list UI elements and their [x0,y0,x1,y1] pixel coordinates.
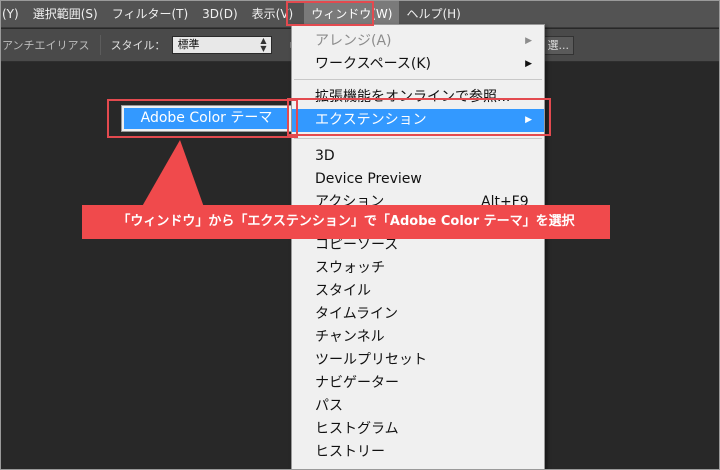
instruction-callout: 「ウィンドウ」から「エクステンション」で「Adobe Color テーマ」を選択 [82,205,610,239]
callout-pointer-shape [140,140,205,210]
